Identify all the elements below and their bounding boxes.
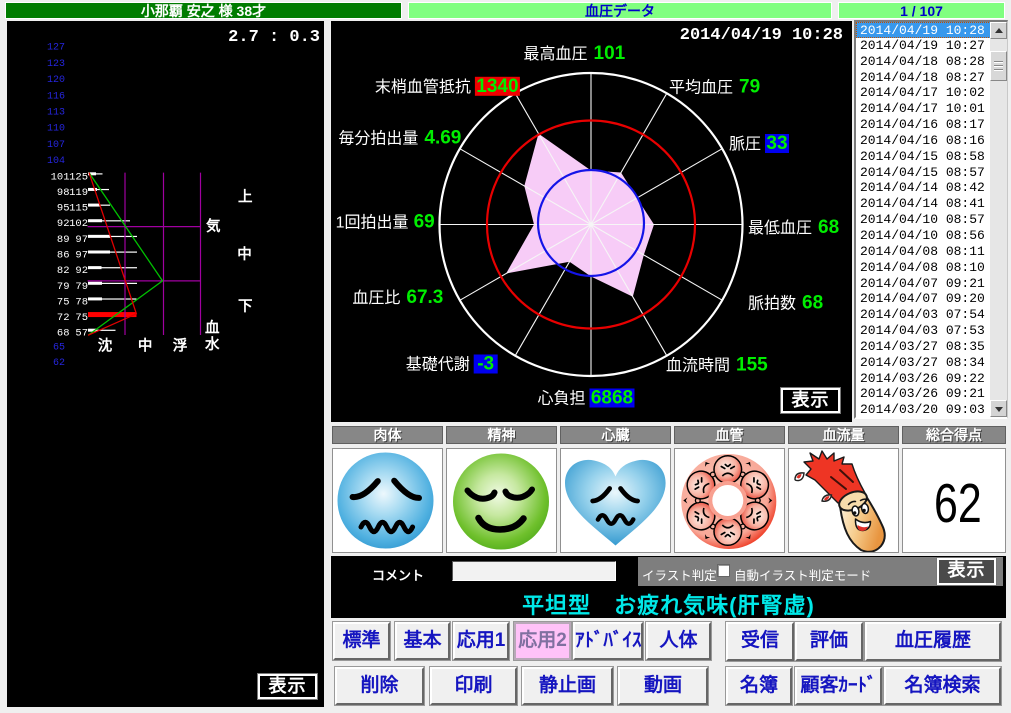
svg-text:4.69: 4.69 bbox=[424, 127, 461, 148]
svg-text:67.3: 67.3 bbox=[406, 287, 443, 308]
svg-text:115: 115 bbox=[69, 203, 88, 215]
svg-text:下: 下 bbox=[238, 298, 253, 315]
svg-text:97: 97 bbox=[75, 250, 88, 262]
svg-text:-3: -3 bbox=[477, 354, 494, 375]
svg-text:1340: 1340 bbox=[476, 76, 518, 97]
svg-text:101: 101 bbox=[594, 43, 626, 64]
svg-text:血流時間: 血流時間 bbox=[666, 357, 730, 375]
svg-text:102: 102 bbox=[69, 218, 88, 230]
svg-text:血圧比: 血圧比 bbox=[352, 289, 400, 307]
svg-text:浮: 浮 bbox=[173, 336, 188, 354]
svg-text:72: 72 bbox=[57, 312, 70, 324]
svg-text:1回拍出量: 1回拍出量 bbox=[336, 214, 409, 232]
svg-text:97: 97 bbox=[75, 234, 88, 246]
svg-text:中: 中 bbox=[138, 336, 153, 354]
svg-text:75: 75 bbox=[57, 296, 70, 308]
svg-text:107: 107 bbox=[47, 140, 65, 151]
svg-text:中: 中 bbox=[237, 245, 252, 263]
svg-text:116: 116 bbox=[47, 91, 65, 102]
svg-text:69: 69 bbox=[414, 212, 435, 233]
svg-text:毎分拍出量: 毎分拍出量 bbox=[338, 129, 418, 147]
svg-text:123: 123 bbox=[47, 59, 65, 70]
svg-text:6868: 6868 bbox=[591, 388, 633, 409]
svg-text:95: 95 bbox=[57, 203, 70, 215]
svg-text:上: 上 bbox=[238, 189, 253, 206]
svg-text:120: 120 bbox=[47, 75, 65, 86]
svg-text:脈圧: 脈圧 bbox=[729, 135, 761, 153]
svg-text:78: 78 bbox=[75, 296, 88, 308]
svg-text:脈拍数: 脈拍数 bbox=[748, 295, 796, 313]
svg-text:101: 101 bbox=[51, 171, 70, 183]
svg-text:89: 89 bbox=[57, 234, 70, 246]
svg-text:92: 92 bbox=[57, 218, 70, 230]
svg-text:98: 98 bbox=[57, 187, 70, 199]
svg-text:平均血圧: 平均血圧 bbox=[669, 79, 733, 97]
svg-text:2014/04/19 10:28: 2014/04/19 10:28 bbox=[680, 26, 843, 45]
svg-text:155: 155 bbox=[736, 355, 768, 376]
svg-text:末梢血管抵抗: 末梢血管抵抗 bbox=[375, 78, 471, 96]
svg-text:68: 68 bbox=[818, 217, 839, 238]
svg-text:86: 86 bbox=[57, 250, 70, 262]
svg-text:最高血圧: 最高血圧 bbox=[524, 45, 588, 63]
svg-text:82: 82 bbox=[57, 265, 70, 277]
svg-text:68: 68 bbox=[802, 293, 823, 314]
svg-text:基礎代謝: 基礎代謝 bbox=[406, 356, 470, 374]
svg-text:57: 57 bbox=[75, 328, 88, 340]
svg-text:79: 79 bbox=[739, 77, 760, 98]
svg-text:119: 119 bbox=[69, 187, 88, 199]
svg-text:113: 113 bbox=[47, 108, 65, 119]
svg-text:最低血圧: 最低血圧 bbox=[748, 219, 812, 237]
svg-text:33: 33 bbox=[766, 133, 787, 154]
svg-text:127: 127 bbox=[47, 43, 65, 54]
svg-text:125: 125 bbox=[69, 171, 88, 183]
svg-text:92: 92 bbox=[75, 265, 88, 277]
svg-text:65: 65 bbox=[53, 343, 65, 354]
svg-text:血: 血 bbox=[205, 319, 220, 337]
svg-text:2.7 : 0.3: 2.7 : 0.3 bbox=[228, 28, 320, 47]
svg-text:104: 104 bbox=[47, 156, 65, 167]
svg-text:79: 79 bbox=[57, 281, 70, 293]
svg-text:心負担: 心負担 bbox=[538, 390, 586, 408]
svg-text:75: 75 bbox=[75, 312, 88, 324]
svg-text:62: 62 bbox=[53, 358, 65, 369]
svg-text:79: 79 bbox=[75, 281, 88, 293]
svg-text:水: 水 bbox=[204, 335, 220, 353]
svg-text:気: 気 bbox=[206, 217, 221, 235]
svg-text:110: 110 bbox=[47, 124, 65, 135]
svg-text:68: 68 bbox=[57, 328, 70, 340]
svg-text:沈: 沈 bbox=[98, 336, 113, 354]
